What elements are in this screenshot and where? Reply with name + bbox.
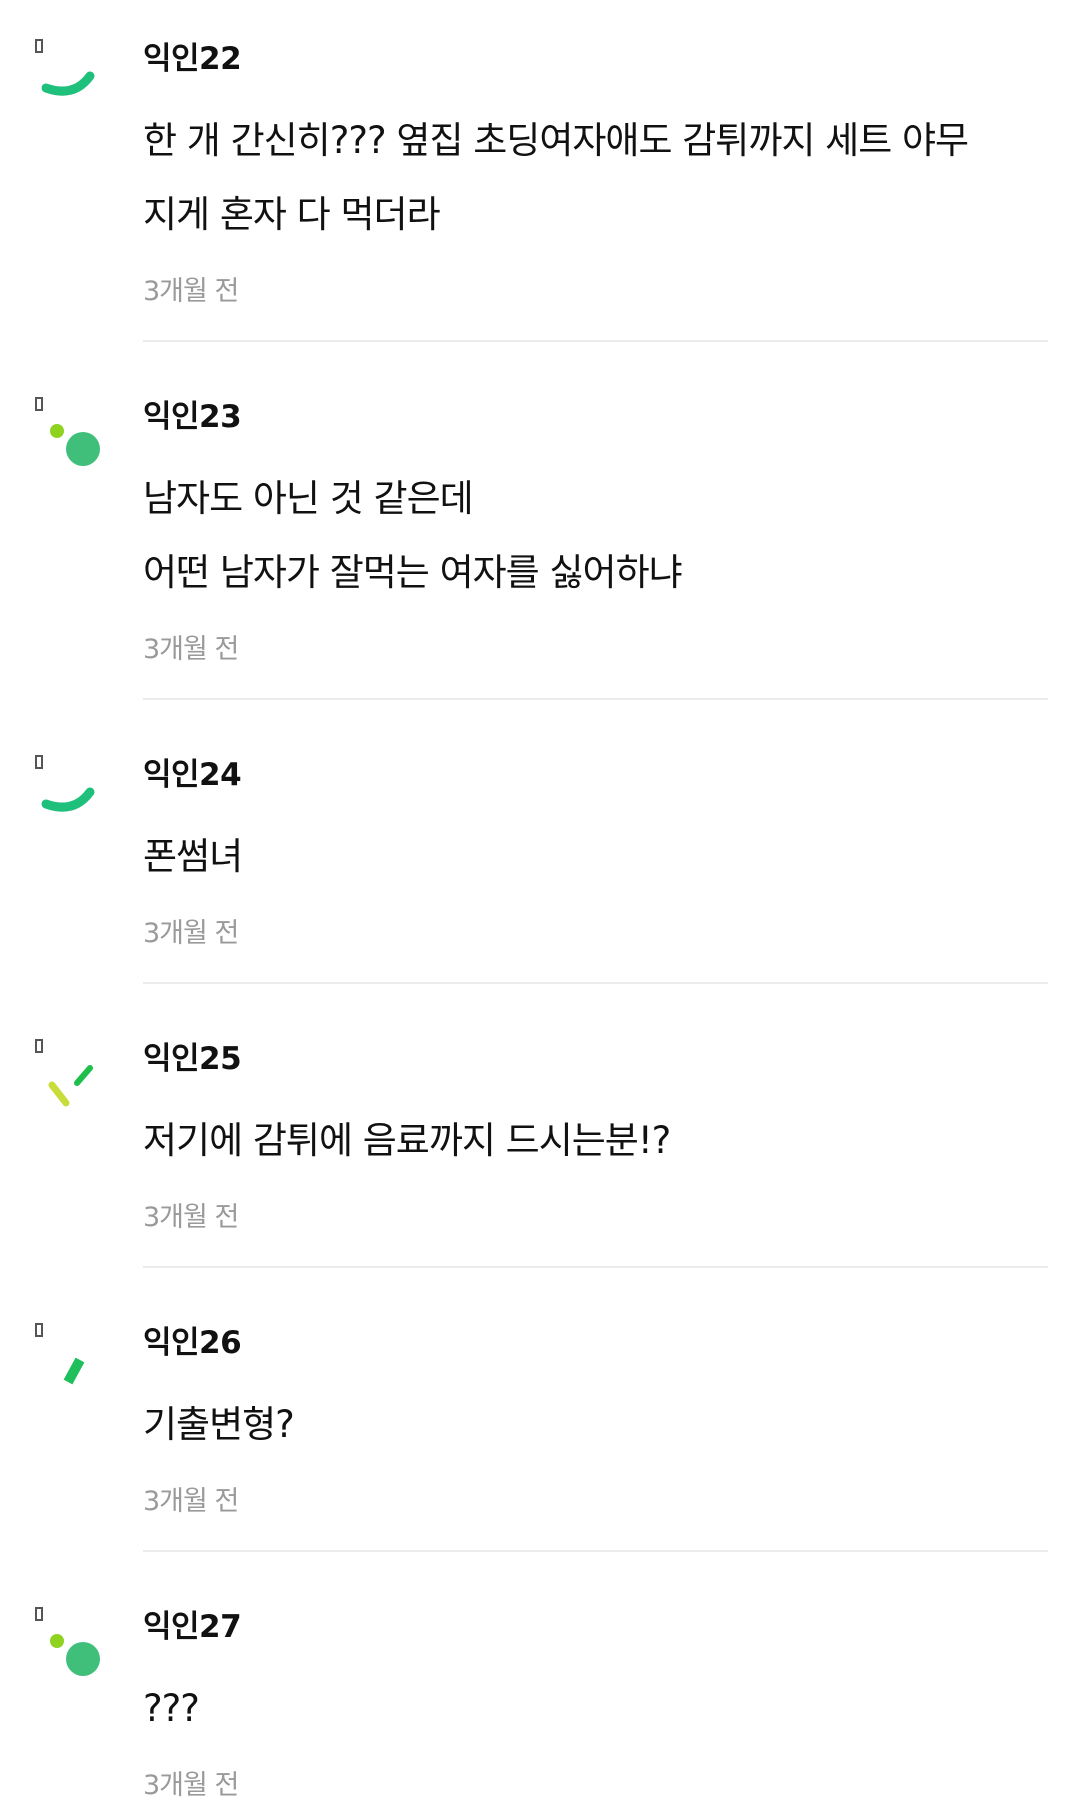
comment-text: 기출변형? (143, 1388, 1048, 1462)
green-dots-icon (35, 397, 100, 466)
comment-line: 기출변형? (143, 1403, 295, 1446)
comment-timestamp: 3개월 전 (143, 1770, 239, 1801)
comment-author[interactable]: 익인26 (143, 1322, 1048, 1364)
green-dots-icon (35, 1607, 100, 1676)
divider (143, 982, 1048, 984)
comment-author[interactable]: 익인24 (143, 754, 1048, 796)
comment-text: 폰썸녀 (143, 820, 1048, 894)
lime-slash-icon (35, 1039, 93, 1107)
divider (143, 1550, 1048, 1552)
comment-text: 한 개 간신히??? 옆집 초딩여자애도 감튀까지 세트 야무 지게 혼자 다 … (143, 104, 1048, 252)
avatar[interactable] (30, 1322, 110, 1402)
comment-timestamp: 3개월 전 (143, 634, 239, 665)
comment-text: 남자도 아닌 것 같은데 어떤 남자가 잘먹는 여자를 싫어하냐 (143, 462, 1048, 610)
comment-author[interactable]: 익인25 (143, 1038, 1048, 1080)
comment-body: 익인25 저기에 감튀에 음료까지 드시는분!? 3개월 전 (143, 1038, 1048, 1236)
green-arc-icon (35, 39, 95, 96)
comment-body: 익인24 폰썸녀 3개월 전 (143, 754, 1048, 952)
divider (143, 340, 1048, 342)
comment-line: 저기에 감튀에 음료까지 드시는분!? (143, 1119, 671, 1162)
avatar[interactable] (30, 754, 110, 834)
comment-body: 익인22 한 개 간신히??? 옆집 초딩여자애도 감튀까지 세트 야무 지게 … (143, 38, 1048, 310)
comment-line: ??? (143, 1687, 200, 1730)
avatar[interactable] (30, 38, 110, 118)
comment-line: 지게 혼자 다 먹더라 (143, 193, 441, 236)
comment-line: 어떤 남자가 잘먹는 여자를 싫어하냐 (143, 551, 683, 594)
comment-timestamp: 3개월 전 (143, 276, 239, 307)
comment-timestamp: 3개월 전 (143, 1486, 239, 1517)
comment-body: 익인27 ??? 3개월 전 (143, 1606, 1048, 1804)
comment-line: 남자도 아닌 것 같은데 (143, 477, 474, 520)
comment-line: 폰썸녀 (143, 835, 243, 878)
comment-text: 저기에 감튀에 음료까지 드시는분!? (143, 1104, 1048, 1178)
comment-author[interactable]: 익인22 (143, 38, 1048, 80)
divider (143, 1266, 1048, 1268)
comment-timestamp: 3개월 전 (143, 1202, 239, 1233)
comment-author[interactable]: 익인27 (143, 1606, 1048, 1648)
comment-body: 익인26 기출변형? 3개월 전 (143, 1322, 1048, 1520)
avatar[interactable] (30, 1038, 110, 1118)
comment-author[interactable]: 익인23 (143, 396, 1048, 438)
comment-line: 한 개 간신히??? 옆집 초딩여자애도 감튀까지 세트 야무 (143, 119, 969, 162)
avatar[interactable] (30, 1606, 110, 1686)
divider (143, 698, 1048, 700)
green-arc-icon (35, 755, 95, 812)
comment-timestamp: 3개월 전 (143, 918, 239, 949)
green-bar-icon (35, 1323, 85, 1385)
comment-text: ??? (143, 1672, 1048, 1746)
comment-body: 익인23 남자도 아닌 것 같은데 어떤 남자가 잘먹는 여자를 싫어하냐 3개… (143, 396, 1048, 668)
avatar[interactable] (30, 396, 110, 476)
